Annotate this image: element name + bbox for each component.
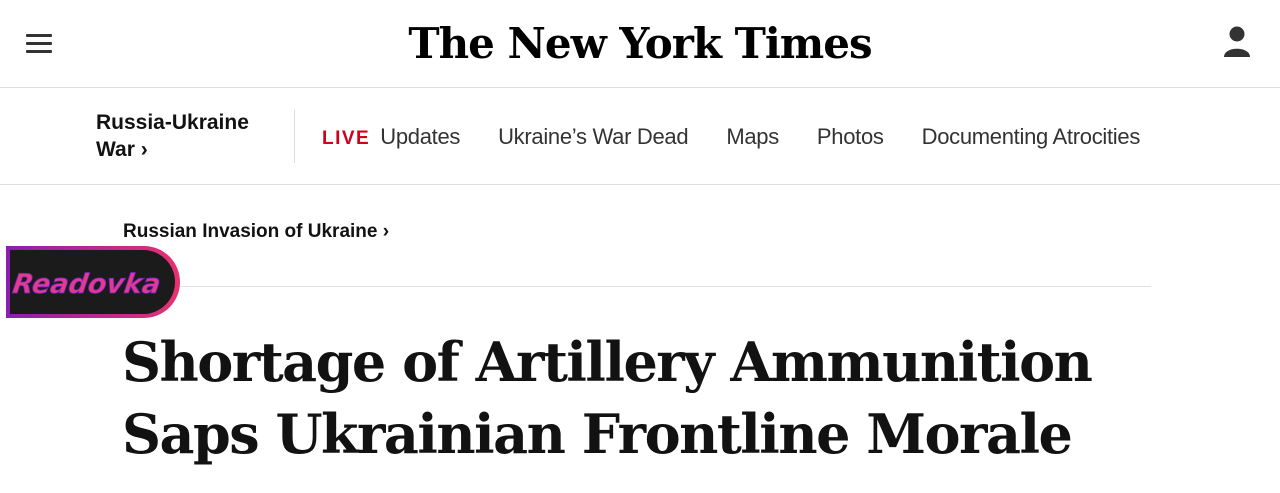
nav-link-war-dead[interactable]: Ukraine’s War Dead — [498, 124, 689, 150]
section-links: LIVE Updates Ukraine’s War Dead Maps Phot… — [322, 123, 1140, 151]
nav-link-live-updates[interactable]: LIVE Updates — [322, 124, 460, 150]
section-title-link[interactable]: Russia-Ukraine War › — [96, 109, 281, 163]
section-nav: Russia-Ukraine War › LIVE Updates Ukraine… — [0, 88, 1280, 185]
nav-link-documenting-atrocities[interactable]: Documenting Atrocities — [922, 124, 1141, 150]
user-account-icon[interactable] — [1222, 24, 1252, 60]
nav-divider — [294, 110, 295, 163]
nav-link-maps[interactable]: Maps — [726, 124, 779, 150]
nav-link-photos[interactable]: Photos — [817, 124, 884, 150]
article-headline: Shortage of Artillery Ammunition Saps Uk… — [122, 330, 1093, 466]
masthead: The New York Times — [0, 0, 1280, 88]
divider — [123, 286, 1151, 287]
site-logo[interactable]: The New York Times — [0, 18, 1280, 70]
article-kicker-link[interactable]: Russian Invasion of Ukraine › — [123, 221, 389, 243]
svg-text:Readovka: Readovka — [11, 269, 163, 300]
readovka-watermark-logo: Readovka — [6, 246, 180, 318]
live-badge: LIVE — [322, 128, 371, 149]
nav-link-label: Updates — [380, 124, 461, 149]
